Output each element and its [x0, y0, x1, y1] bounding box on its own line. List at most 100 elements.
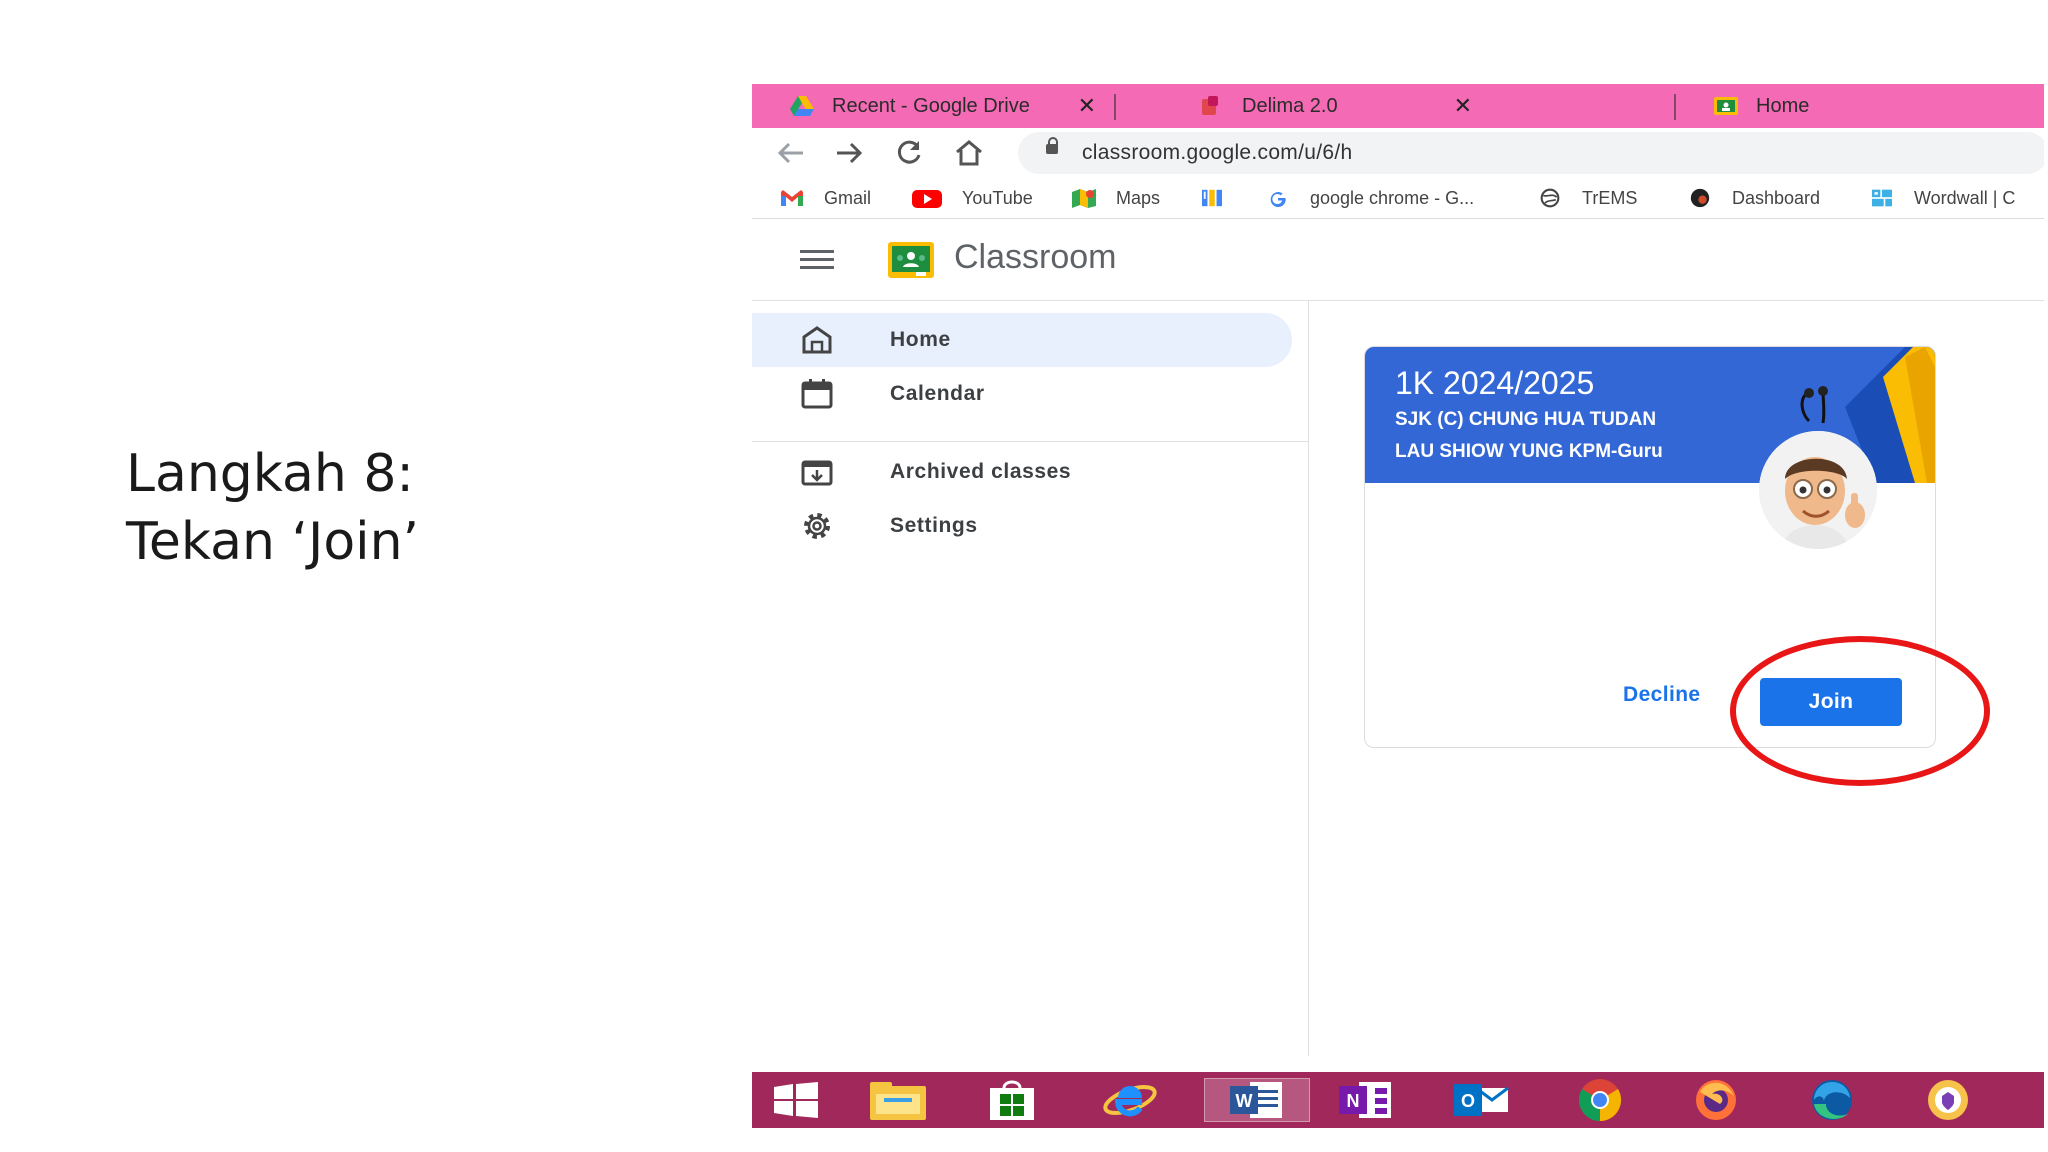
firefox-icon: [1696, 1080, 1736, 1120]
bookmark-wordwall[interactable]: Wordwall | C: [1870, 184, 2015, 212]
home-icon: [956, 140, 982, 166]
sidebar-item-archived[interactable]: Archived classes: [752, 445, 1292, 499]
tab-google-drive[interactable]: Recent - Google Drive ✕: [790, 84, 1096, 128]
url-text: classroom.google.com/u/6/h: [1082, 141, 1353, 164]
forward-button[interactable]: [832, 136, 866, 170]
taskbar-internet-explorer[interactable]: [1098, 1078, 1162, 1122]
globe-icon: [1540, 188, 1560, 208]
classroom-header: Classroom: [752, 220, 2044, 301]
start-button[interactable]: [764, 1078, 828, 1122]
bookmark-book-icon: [1202, 189, 1222, 207]
lock-icon: [1046, 137, 1058, 154]
class-school: SJK (C) CHUNG HUA TUDAN: [1395, 409, 1657, 430]
tab-strip: Recent - Google Drive ✕ Delima 2.0 ✕ Hom…: [752, 84, 2044, 128]
class-teacher: LAU SHIOW YUNG KPM-Guru: [1395, 441, 1663, 462]
bookmark-maps[interactable]: Maps: [1072, 184, 1160, 212]
browser-screenshot: Recent - Google Drive ✕ Delima 2.0 ✕ Hom…: [752, 84, 2044, 1128]
back-arrow-icon: [777, 142, 803, 164]
classroom-logo: [888, 242, 934, 278]
taskbar-vpn[interactable]: [1916, 1078, 1980, 1122]
delima-icon: [1202, 96, 1218, 115]
slide-caption: Langkah 8: Tekan ‘Join’: [126, 440, 419, 576]
decline-button[interactable]: Decline: [1615, 677, 1709, 713]
tab-home[interactable]: Home: [1714, 84, 1914, 128]
bookmark-label: TrEMS: [1582, 187, 1638, 208]
onenote-icon: N: [1339, 1082, 1391, 1118]
close-tab-icon[interactable]: ✕: [1454, 93, 1472, 119]
sidebar-divider: [752, 441, 1308, 442]
sidebar-item-settings[interactable]: Settings: [752, 499, 1292, 553]
sidebar-item-calendar[interactable]: Calendar: [752, 367, 1292, 421]
windows-start-icon: [774, 1082, 818, 1118]
youtube-icon: [912, 190, 942, 208]
wordwall-icon: [1872, 189, 1892, 207]
bookmark-google-chrome[interactable]: google chrome - G...: [1266, 184, 1474, 212]
taskbar-firefox[interactable]: [1684, 1078, 1748, 1122]
forward-arrow-icon: [837, 142, 863, 164]
bookmark-trems[interactable]: TrEMS: [1538, 184, 1637, 212]
chrome-icon: [1578, 1079, 1622, 1121]
bookmark-label: Maps: [1116, 187, 1161, 208]
reload-icon: [897, 140, 921, 164]
bookmark-label: Dashboard: [1732, 187, 1821, 208]
back-button[interactable]: [774, 136, 808, 170]
tab-divider: [1674, 94, 1676, 120]
microsoft-store-icon: [990, 1080, 1034, 1120]
tab-label: Home: [1756, 94, 1810, 117]
bookmarks-bar: Gmail YouTube Maps google chrome - G... …: [752, 178, 2044, 219]
taskbar-file-explorer[interactable]: [866, 1078, 930, 1122]
tab-label: Recent - Google Drive: [832, 94, 1030, 117]
sidebar: Home Calendar Archived classes Settings: [752, 301, 1309, 1056]
bookmark-dashboard[interactable]: Dashboard: [1688, 184, 1820, 212]
tab-divider: [1114, 94, 1116, 120]
sidebar-item-label: Settings: [890, 514, 978, 537]
outlook-icon: O: [1454, 1084, 1509, 1116]
taskbar-chrome[interactable]: [1568, 1078, 1632, 1122]
close-tab-icon[interactable]: ✕: [1078, 93, 1096, 119]
taskbar-store[interactable]: [980, 1078, 1044, 1122]
address-bar[interactable]: classroom.google.com/u/6/h: [1018, 132, 2044, 174]
bookmark-youtube[interactable]: YouTube: [912, 184, 1033, 212]
bookmark-label: YouTube: [962, 187, 1033, 208]
google-drive-icon: [790, 96, 814, 116]
tab-delima[interactable]: Delima 2.0 ✕: [1202, 84, 1472, 128]
maps-icon: [1072, 189, 1096, 208]
sidebar-item-label: Calendar: [890, 382, 985, 405]
dashboard-icon: [1690, 188, 1710, 208]
join-highlight-annotation: [1730, 636, 1990, 786]
windows-taskbar: W N O: [752, 1072, 2044, 1128]
reload-button[interactable]: [892, 136, 926, 170]
tab-label: Delima 2.0: [1242, 94, 1338, 117]
sidebar-item-home[interactable]: Home: [752, 313, 1292, 367]
gear-icon: [804, 513, 830, 539]
gmail-icon: [781, 190, 803, 206]
bookmark-label: google chrome - G...: [1310, 187, 1475, 208]
svg-text:N: N: [1347, 1091, 1360, 1111]
bookmark-unlabeled[interactable]: [1200, 184, 1224, 212]
edge-icon: [1812, 1080, 1852, 1120]
svg-text:W: W: [1236, 1091, 1253, 1111]
bookmark-gmail[interactable]: Gmail: [780, 184, 871, 212]
taskbar-edge[interactable]: [1800, 1078, 1864, 1122]
word-icon: W: [1230, 1082, 1282, 1118]
archive-icon: [801, 460, 833, 486]
svg-text:O: O: [1461, 1091, 1475, 1111]
hamburger-menu-icon[interactable]: [800, 250, 834, 270]
teacher-avatar: [1759, 431, 1877, 549]
sidebar-item-label: Archived classes: [890, 460, 1072, 483]
taskbar-outlook[interactable]: O: [1450, 1078, 1514, 1122]
home-button[interactable]: [952, 136, 986, 170]
class-title: 1K 2024/2025: [1395, 365, 1595, 401]
caption-instruction: Tekan ‘Join’: [126, 512, 420, 572]
caption-step: Langkah 8:: [126, 444, 414, 504]
app-title: Classroom: [954, 238, 1117, 276]
taskbar-word[interactable]: W: [1204, 1078, 1310, 1122]
file-explorer-icon: [870, 1082, 926, 1120]
bookmark-label: Wordwall | C: [1914, 187, 2016, 208]
home-icon: [802, 326, 832, 354]
avatar-illustration: [1759, 431, 1877, 549]
bookmark-label: Gmail: [824, 187, 872, 208]
internet-explorer-icon: [1103, 1085, 1157, 1117]
taskbar-onenote[interactable]: N: [1334, 1078, 1398, 1122]
classroom-icon: [1714, 97, 1738, 115]
